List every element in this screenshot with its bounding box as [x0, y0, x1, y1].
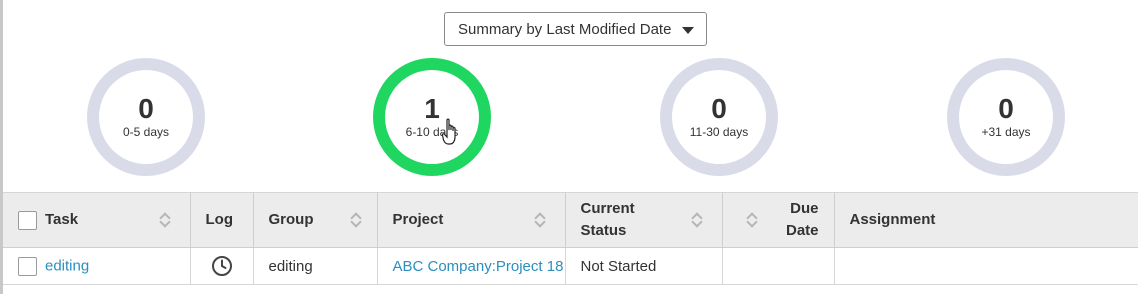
ring-count: 0 — [711, 93, 727, 124]
ring-count: 0 — [138, 93, 154, 124]
task-link[interactable]: editing — [45, 257, 89, 274]
summary-select-value: Summary by Last Modified Date — [458, 20, 672, 38]
cell-assignment — [834, 247, 1138, 285]
sort-icon[interactable] — [535, 212, 545, 228]
select-all-checkbox[interactable] — [18, 210, 37, 230]
age-ring-0-5[interactable]: 0 0-5 days — [87, 58, 205, 176]
age-ring-31-plus[interactable]: 0 +31 days — [947, 58, 1065, 176]
ring-range: +31 days — [981, 125, 1031, 139]
cell-due-date — [722, 247, 835, 285]
header-label-line1: Due — [790, 200, 819, 217]
sort-icon[interactable] — [160, 212, 170, 228]
cell-current-status: Not Started — [565, 247, 723, 285]
header-label: Task — [45, 211, 79, 228]
sort-icon[interactable] — [351, 212, 361, 228]
header-label: Group — [268, 211, 314, 228]
summary-type-select[interactable]: Summary by Last Modified Date — [444, 12, 707, 46]
cell-group: editing — [253, 247, 378, 285]
tasks-table: Task Log Group Project Current Status Du… — [3, 192, 1138, 285]
column-header-project[interactable]: Project — [377, 192, 566, 248]
column-header-current-status[interactable]: Current Status — [565, 192, 723, 248]
cell-task: editing — [3, 247, 191, 285]
ring-range: 0-5 days — [122, 125, 170, 139]
header-label-line2: Status — [580, 222, 627, 239]
header-label-line1: Current — [580, 200, 635, 217]
hand-cursor-icon — [442, 118, 456, 145]
table-header-row: Task Log Group Project Current Status Du… — [3, 192, 1138, 248]
header-label: Log — [205, 211, 234, 228]
row-checkbox[interactable] — [18, 256, 37, 276]
cell-log — [190, 247, 254, 285]
sort-icon[interactable] — [747, 212, 757, 228]
table-row: editing editing ABC Company:Project 18 N… — [3, 247, 1138, 285]
column-header-task[interactable]: Task — [3, 192, 191, 248]
chevron-down-icon — [682, 27, 694, 34]
sort-icon[interactable] — [692, 212, 702, 228]
column-header-log: Log — [190, 192, 254, 248]
ring-count: 0 — [998, 93, 1014, 124]
ring-count: 1 — [424, 93, 440, 124]
header-label: Project — [392, 211, 444, 228]
column-header-assignment: Assignment — [834, 192, 1138, 248]
column-header-group[interactable]: Group — [253, 192, 378, 248]
age-ring-6-10[interactable]: 1 6-10 days — [373, 58, 491, 176]
column-header-due-date[interactable]: Due Date — [722, 192, 835, 248]
age-ring-11-30[interactable]: 0 11-30 days — [660, 58, 778, 176]
project-link[interactable]: ABC Company:Project 18 — [393, 258, 564, 275]
header-label: Assignment — [849, 211, 936, 228]
ring-range: 11-30 days — [689, 125, 749, 139]
clock-icon[interactable] — [211, 255, 233, 277]
cell-project: ABC Company:Project 18 — [377, 247, 566, 285]
header-label-line2: Date — [785, 222, 819, 239]
